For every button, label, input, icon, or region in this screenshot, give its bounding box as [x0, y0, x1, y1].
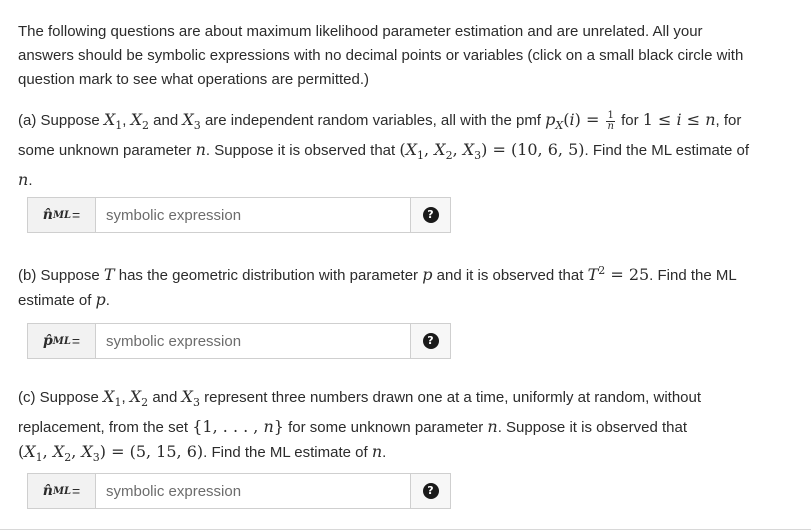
- part-a-question: (a) Suppose X1, X2 and X3 are independen…: [18, 109, 750, 189]
- answer-row-c: n̂ML= ?: [27, 473, 451, 509]
- answer-input-b[interactable]: [95, 323, 411, 359]
- question-page: The following questions are about maximu…: [0, 0, 811, 532]
- answer-input-a[interactable]: [95, 197, 411, 233]
- answer-label-b: p̂ ML =: [27, 323, 95, 359]
- bottom-divider: [0, 529, 811, 530]
- math-observation-b: = 25: [605, 265, 650, 284]
- help-question-icon[interactable]: ?: [422, 483, 439, 499]
- help-question-icon[interactable]: ?: [422, 333, 439, 349]
- help-box-c: ?: [411, 473, 451, 509]
- intro-paragraph: The following questions are about maximu…: [18, 20, 798, 92]
- answer-label-c: n̂ ML =: [27, 473, 95, 509]
- math-pmf: p: [545, 110, 556, 129]
- math-fraction: 1n: [606, 109, 615, 132]
- help-question-icon[interactable]: ?: [422, 207, 439, 223]
- math-x1: X: [103, 110, 116, 129]
- math-observation-c: ) = (5, 15, 6): [99, 442, 204, 461]
- answer-input-c[interactable]: [95, 473, 411, 509]
- answer-label-a: n̂ ML =: [27, 197, 95, 233]
- answer-row-a: n̂ML= ?: [27, 197, 451, 233]
- math-observation-a: ) = (10, 6, 5): [481, 140, 585, 159]
- intro-line-3: question mark to see what operations are…: [18, 71, 370, 88]
- part-b-question: (b) Suppose T has the geometric distribu…: [18, 264, 737, 309]
- part-c-question: (c) Suppose X1, X2 and X3 represent thre…: [18, 387, 702, 464]
- help-box-b: ?: [411, 323, 451, 359]
- intro-line-1: The following questions are about maximu…: [18, 23, 703, 40]
- help-box-a: ?: [411, 197, 451, 233]
- answer-row-b: p̂ML= ?: [27, 323, 451, 359]
- intro-line-2: answers should be symbolic expressions w…: [18, 47, 744, 64]
